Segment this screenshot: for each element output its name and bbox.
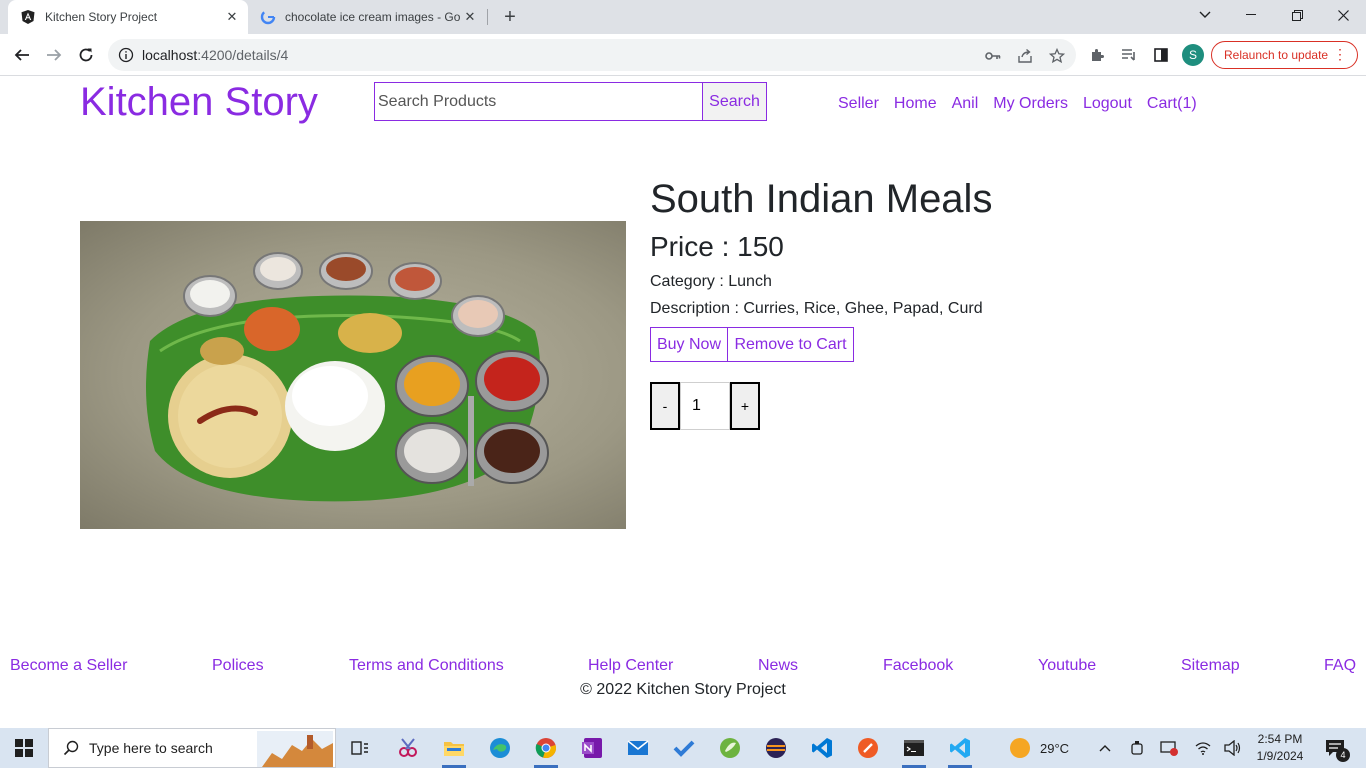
wifi-icon[interactable] [1194,739,1212,757]
site-info-icon[interactable] [118,47,134,63]
relaunch-label: Relaunch to update [1224,48,1329,62]
product-title: South Indian Meals [650,177,993,221]
quantity-increment-button[interactable]: + [730,382,760,430]
vscode-icon[interactable] [806,732,838,764]
edge-browser-icon[interactable] [484,732,516,764]
taskbar-search-placeholder: Type here to search [89,740,213,756]
tab-title: chocolate ice cream images - Go [285,10,460,24]
reading-list-icon[interactable] [1120,46,1138,64]
footer-link-become-seller[interactable]: Become a Seller [10,657,127,675]
notification-count-badge: 4 [1336,748,1350,762]
quantity-decrement-button[interactable]: - [650,382,680,430]
browser-toolbar: localhost:4200/details/4 S Relaunch to u… [0,34,1366,76]
buy-now-button[interactable]: Buy Now [650,327,728,362]
taskbar-search-box[interactable]: Type here to search [48,728,336,768]
footer-link-polices[interactable]: Polices [212,657,264,675]
page-content: Kitchen Story Search Seller Home Anil My… [0,77,1366,728]
monitor-alert-icon[interactable] [1160,739,1178,757]
nav-logout[interactable]: Logout [1083,95,1132,113]
task-view-icon[interactable] [344,732,376,764]
tab-separator [487,9,488,25]
product-category: Category : Lunch [650,273,772,290]
footer-link-sitemap[interactable]: Sitemap [1181,657,1240,675]
nav-home[interactable]: Home [894,95,937,113]
file-explorer-icon[interactable] [438,732,470,768]
system-clock[interactable]: 2:54 PM 1/9/2024 [1250,731,1310,765]
close-icon[interactable]: ✕ [222,7,242,27]
minimize-icon[interactable] [1228,0,1274,30]
remove-from-cart-button[interactable]: Remove to Cart [727,327,854,362]
footer-link-terms[interactable]: Terms and Conditions [349,657,504,675]
footer-link-help-center[interactable]: Help Center [588,657,673,675]
footer-links: Become a Seller Polices Terms and Condit… [0,657,1366,677]
close-icon[interactable]: ✕ [460,7,480,27]
nav-my-orders[interactable]: My Orders [993,95,1068,113]
share-icon[interactable] [1016,47,1034,65]
url-host: localhost [142,47,198,63]
weather-temperature: 29°C [1040,740,1070,756]
footer-link-facebook[interactable]: Facebook [883,657,953,675]
spring-tool-icon[interactable] [714,732,746,764]
extensions-puzzle-icon[interactable] [1088,46,1106,64]
product-description: Description : Curries, Rice, Ghee, Papad… [650,300,983,317]
tab-title: Kitchen Story Project [45,10,158,24]
nav-cart[interactable]: Cart(1) [1147,95,1197,113]
terminal-icon[interactable] [898,732,930,768]
volume-icon[interactable] [1224,739,1242,757]
windows-start-icon[interactable] [0,728,48,768]
site-logo[interactable]: Kitchen Story [80,80,318,125]
window-close-icon[interactable] [1320,0,1366,30]
copyright-text: © 2022 Kitchen Story Project [580,681,786,698]
address-bar[interactable]: localhost:4200/details/4 [108,39,1076,71]
restore-icon[interactable] [1274,0,1320,30]
reload-icon[interactable] [72,41,100,69]
tab-google-search[interactable]: chocolate ice cream images - Go ✕ [250,0,486,34]
angular-icon [20,9,36,25]
product-image [80,221,626,529]
search-input[interactable] [374,82,703,121]
url-text: localhost:4200/details/4 [142,47,288,63]
forward-arrow-icon[interactable] [40,41,68,69]
product-price: Price : 150 [650,231,784,262]
footer-link-faq[interactable]: FAQ [1324,657,1356,675]
tab-kitchen-story[interactable]: Kitchen Story Project ✕ [8,0,248,34]
windows-taskbar: Type here to search 29°C 2:54 PM 1/9/202… [0,728,1366,768]
url-path: :4200/details/4 [197,47,289,63]
header-nav: Seller Home Anil My Orders Logout Cart(1… [838,95,1212,113]
new-tab-plus-icon[interactable]: + [498,5,522,29]
vscode-icon-2[interactable] [944,732,976,768]
snipping-tool-icon[interactable] [392,732,424,764]
footer-link-news[interactable]: News [758,657,798,675]
profile-avatar[interactable]: S [1182,44,1204,66]
tab-search-chevron-icon[interactable] [1182,0,1228,30]
more-vertical-icon: ⋮ [1333,46,1347,62]
tray-chevron-up-icon[interactable] [1096,739,1114,757]
weather-widget[interactable]: 29°C [1010,738,1069,758]
nav-seller[interactable]: Seller [838,95,879,113]
footer-link-youtube[interactable]: Youtube [1038,657,1096,675]
nav-user[interactable]: Anil [952,95,979,113]
bookmark-star-icon[interactable] [1048,47,1066,65]
relaunch-button[interactable]: Relaunch to update ⋮ [1211,41,1358,69]
notification-center-icon[interactable]: 4 [1324,738,1350,762]
device-tray-icon[interactable] [1128,739,1146,757]
clock-date: 1/9/2024 [1256,749,1304,763]
search-highlight-illustration [257,731,333,767]
chrome-browser-icon[interactable] [530,732,562,768]
search-icon [63,740,79,756]
key-icon[interactable] [984,47,1002,65]
search-button[interactable]: Search [702,82,767,121]
eclipse-icon[interactable] [760,732,792,764]
side-panel-icon[interactable] [1152,46,1170,64]
browser-tab-bar: Kitchen Story Project ✕ chocolate ice cr… [0,0,1366,34]
todo-check-icon[interactable] [668,732,700,764]
back-arrow-icon[interactable] [8,41,36,69]
onenote-icon[interactable] [576,732,608,764]
mail-icon[interactable] [622,732,654,764]
quantity-input[interactable] [680,382,730,430]
clock-time: 2:54 PM [1257,732,1303,746]
weather-sun-icon [1010,738,1030,758]
google-icon [260,9,276,25]
postman-icon[interactable] [852,732,884,764]
